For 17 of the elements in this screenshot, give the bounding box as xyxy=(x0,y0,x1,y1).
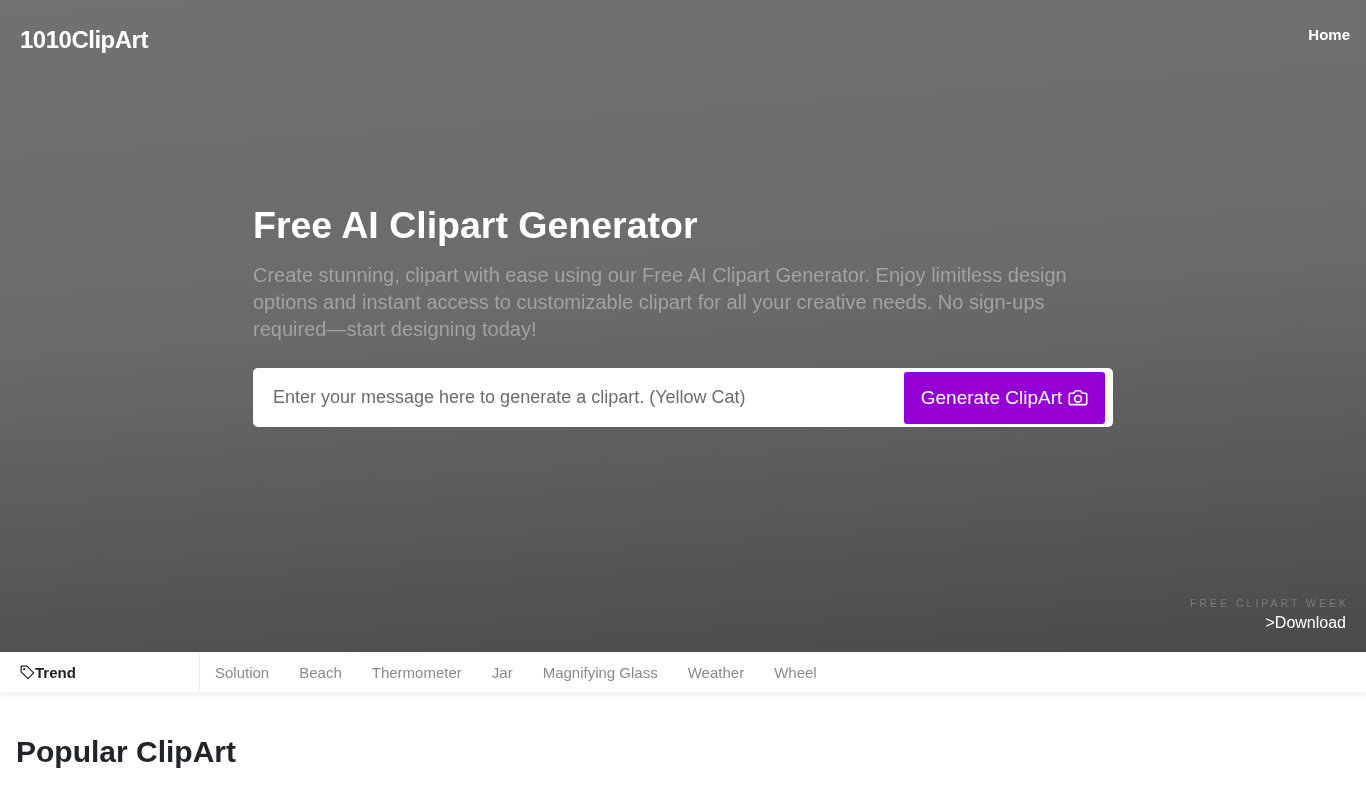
nav-link[interactable]: Home xyxy=(1308,25,1350,45)
tag-link[interactable]: Wheel xyxy=(759,663,832,681)
generate-button[interactable]: Generate ClipArt xyxy=(904,371,1105,424)
tag-link[interactable]: Beach xyxy=(284,663,357,681)
tag-link[interactable]: Thermometer xyxy=(356,663,477,681)
download-link[interactable]: >Download xyxy=(1265,612,1346,634)
tag-link[interactable]: Solution xyxy=(200,663,285,681)
hero-title: Free AI Clipart Generator xyxy=(253,204,699,247)
tag-link[interactable]: Weather xyxy=(672,663,760,681)
site-logo[interactable]: 1010ClipArt xyxy=(20,22,148,58)
tag-link[interactable]: Magnifying Glass xyxy=(527,663,673,681)
tag-link[interactable]: Jar xyxy=(476,663,528,681)
section-title: Popular ClipArt xyxy=(15,734,237,770)
prompt-field[interactable]: Enter your message here to generate a clipart. (Yellow Cat) Generate ClipArt xyxy=(253,368,1113,427)
camera-icon xyxy=(1068,389,1089,406)
trend-label: Trend xyxy=(35,663,76,681)
tag-icon xyxy=(20,664,35,680)
